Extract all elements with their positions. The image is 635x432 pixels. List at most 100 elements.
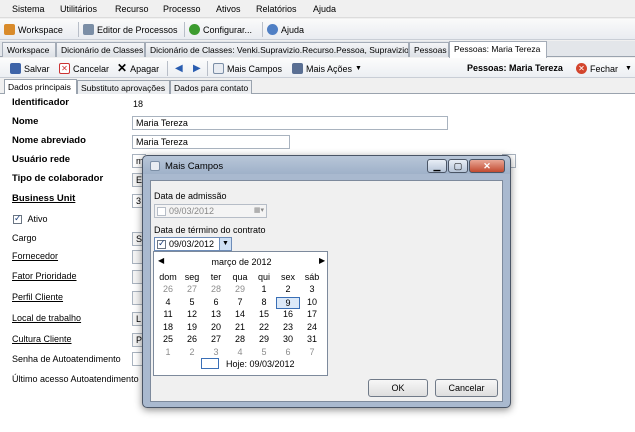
menu-ajuda[interactable]: Ajuda <box>313 4 336 14</box>
calendar-day[interactable]: 3 <box>300 284 324 294</box>
calendar-day[interactable]: 5 <box>252 347 276 357</box>
ok-button[interactable]: OK <box>368 379 428 397</box>
ativo-checkbox[interactable] <box>13 213 22 225</box>
editor-processos-button[interactable]: Editor de Processos <box>83 23 178 36</box>
calendar-day[interactable]: 16 <box>276 309 300 319</box>
maximize-button[interactable]: ▢ <box>448 159 468 173</box>
workspace-button[interactable]: Workspace <box>4 23 63 36</box>
dialog-title: Mais Campos <box>165 161 224 172</box>
menu-sistema[interactable]: Sistema <box>12 4 45 14</box>
calendar-weekday: sex <box>280 272 295 282</box>
calendar-day[interactable]: 6 <box>276 347 300 357</box>
tab-dados-principais[interactable]: Dados principais <box>4 79 77 95</box>
tab-dicionario-classes-pessoa[interactable]: Dicionário de Classes: Venki.Supravizio.… <box>145 42 409 57</box>
calendar-day[interactable]: 28 <box>204 284 228 294</box>
calendar-day[interactable]: 20 <box>204 322 228 332</box>
main-toolbar: Workspace Editor de Processos Configurar… <box>0 19 635 40</box>
mais-acoes-button[interactable]: Mais Ações ▼ <box>292 62 362 75</box>
previous-button[interactable]: ◀ <box>175 62 183 75</box>
calendar-day[interactable]: 29 <box>228 284 252 294</box>
fechar-button[interactable]: ✕ Fechar <box>576 62 618 75</box>
termino-date-field[interactable]: 09/03/2012 ▼ <box>154 237 232 251</box>
admissao-value: 09/03/2012 <box>169 206 215 216</box>
calendar-weekday: seg <box>184 272 200 282</box>
calendar-day[interactable]: 4 <box>156 297 180 307</box>
calendar-day[interactable]: 29 <box>252 334 276 344</box>
calendar-day[interactable]: 7 <box>228 297 252 307</box>
calendar-day-selected[interactable]: 9 <box>276 296 300 309</box>
calendar-day[interactable]: 24 <box>300 322 324 332</box>
mais-acoes-label: Mais Ações <box>306 63 353 74</box>
termino-checkbox[interactable] <box>157 238 166 249</box>
calendar-today-label[interactable]: Hoje: 09/03/2012 <box>226 359 295 369</box>
nome-abreviado-field[interactable]: Maria Tereza <box>132 135 290 149</box>
calendar-day[interactable]: 14 <box>228 309 252 319</box>
tab-dados-contato[interactable]: Dados para contato <box>170 80 252 94</box>
calendar-day[interactable]: 22 <box>252 322 276 332</box>
menu-relatorios[interactable]: Relatórios <box>256 4 297 14</box>
chevron-down-icon[interactable]: ▼ <box>219 238 231 250</box>
calendar-day[interactable]: 1 <box>156 347 180 357</box>
calendar-day[interactable]: 18 <box>156 322 180 332</box>
calendar-day[interactable]: 26 <box>180 334 204 344</box>
menu-recurso[interactable]: Recurso <box>115 4 149 14</box>
calendar-day[interactable]: 12 <box>180 309 204 319</box>
menu-ativos[interactable]: Ativos <box>216 4 241 14</box>
chevron-down-icon: ▼ <box>355 65 362 72</box>
tab-substituto-aprovacoes[interactable]: Substituto aprovações <box>77 80 170 94</box>
calendar-weekday: qua <box>232 272 248 282</box>
mais-campos-button[interactable]: Mais Campos <box>213 62 282 75</box>
calendar-day[interactable]: 13 <box>204 309 228 319</box>
menu-processo[interactable]: Processo <box>163 4 201 14</box>
calendar-day[interactable]: 7 <box>300 347 324 357</box>
ajuda-button[interactable]: Ajuda <box>267 23 304 36</box>
apagar-button[interactable]: ✕ Apagar <box>117 62 159 75</box>
calendar-dropdown-icon[interactable]: ▦▾ <box>254 206 264 214</box>
tab-dicionario-classes[interactable]: Dicionário de Classes <box>56 42 145 57</box>
admissao-checkbox[interactable] <box>157 206 166 216</box>
calendar-day[interactable]: 2 <box>180 347 204 357</box>
calendar-day[interactable]: 11 <box>156 309 180 319</box>
calendar-day[interactable]: 23 <box>276 322 300 332</box>
calendar-day[interactable]: 31 <box>300 334 324 344</box>
admissao-date-field[interactable]: 09/03/2012 ▦▾ <box>154 204 267 218</box>
tab-pessoas-maria-tereza[interactable]: Pessoas: Maria Tereza <box>449 41 547 58</box>
calendar-day[interactable]: 15 <box>252 309 276 319</box>
calendar-day[interactable]: 4 <box>228 347 252 357</box>
calendar-day[interactable]: 2 <box>276 284 300 294</box>
ativo-checkbox-wrap[interactable]: Ativo <box>13 213 48 225</box>
calendar-day[interactable]: 1 <box>252 284 276 294</box>
next-button[interactable]: ▶ <box>193 62 201 75</box>
calendar-day[interactable]: 17 <box>300 309 324 319</box>
salvar-button[interactable]: Salvar <box>10 62 50 75</box>
calendar-day[interactable]: 28 <box>228 334 252 344</box>
tab-workspace[interactable]: Workspace <box>2 42 56 57</box>
calendar-next-icon[interactable]: ▶ <box>319 256 325 265</box>
calendar-day[interactable]: 5 <box>180 297 204 307</box>
configurar-button[interactable]: Configurar... <box>189 23 252 36</box>
calendar-day[interactable]: 27 <box>180 284 204 294</box>
calendar-day[interactable]: 21 <box>228 322 252 332</box>
calendar-day[interactable]: 26 <box>156 284 180 294</box>
overflow-button[interactable]: ▼ <box>625 62 632 75</box>
minimize-button[interactable]: ▁ <box>427 159 447 173</box>
ativo-label: Ativo <box>27 214 48 224</box>
calendar-day[interactable]: 19 <box>180 322 204 332</box>
tab-pessoas[interactable]: Pessoas <box>409 42 449 57</box>
dialog-cancelar-button[interactable]: Cancelar <box>435 379 498 397</box>
calendar-day[interactable]: 30 <box>276 334 300 344</box>
cancelar-button[interactable]: ✕ Cancelar <box>59 62 109 75</box>
calendar-day[interactable]: 8 <box>252 297 276 307</box>
toolbar-separator <box>78 22 79 37</box>
calendar-day[interactable]: 25 <box>156 334 180 344</box>
calendar-day[interactable]: 27 <box>204 334 228 344</box>
dialog-close-button[interactable]: ✕ <box>469 159 505 173</box>
calendar-day[interactable]: 10 <box>300 297 324 307</box>
toolbar-separator <box>167 61 168 76</box>
calendar-month-label[interactable]: março de 2012 <box>154 257 329 267</box>
calendar-day[interactable]: 3 <box>204 347 228 357</box>
menu-utilitarios[interactable]: Utilitários <box>60 4 97 14</box>
calendar-day[interactable]: 6 <box>204 297 228 307</box>
dialog-icon <box>150 161 160 171</box>
nome-field[interactable]: Maria Tereza <box>132 116 448 130</box>
